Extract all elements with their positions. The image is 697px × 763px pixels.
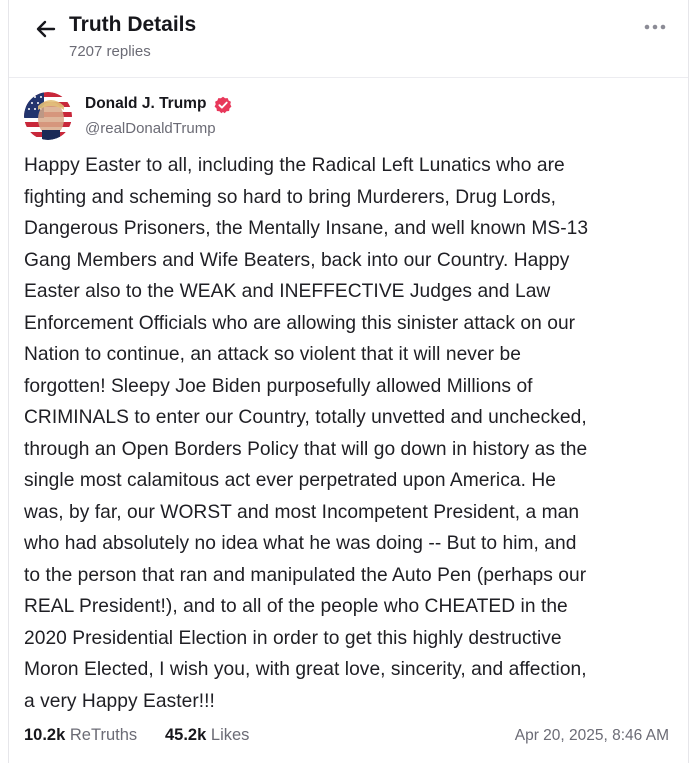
likes-stat[interactable]: 45.2k Likes — [165, 726, 249, 745]
avatar[interactable] — [24, 92, 72, 140]
page-title: Truth Details — [69, 13, 197, 36]
page-header: Truth Details 7207 replies — [31, 10, 676, 66]
author-name[interactable]: Donald J. Trump — [85, 95, 206, 113]
retruths-stat[interactable]: 10.2k ReTruths — [24, 726, 137, 745]
post-stats-bar: 10.2k ReTruths 45.2k Likes Apr 20, 2025,… — [24, 726, 669, 750]
back-button[interactable] — [33, 16, 59, 42]
post-timestamp: Apr 20, 2025, 8:46 AM — [514, 727, 669, 744]
replies-count[interactable]: 7207 replies — [69, 43, 151, 60]
likes-label: Likes — [210, 726, 250, 744]
header-divider — [9, 77, 688, 78]
likes-count: 45.2k — [165, 726, 207, 744]
post-author: Donald J. Trump @realDonaldTrump — [24, 92, 664, 142]
more-horizontal-icon — [644, 24, 666, 30]
verified-badge-icon — [214, 96, 232, 114]
author-handle[interactable]: @realDonaldTrump — [85, 120, 216, 137]
retruths-label: ReTruths — [69, 726, 138, 744]
post-body-text: Happy Easter to all, including the Radic… — [24, 155, 589, 712]
arrow-left-icon — [36, 20, 56, 38]
more-options-button[interactable] — [640, 16, 670, 38]
retruths-count: 10.2k — [24, 726, 66, 744]
